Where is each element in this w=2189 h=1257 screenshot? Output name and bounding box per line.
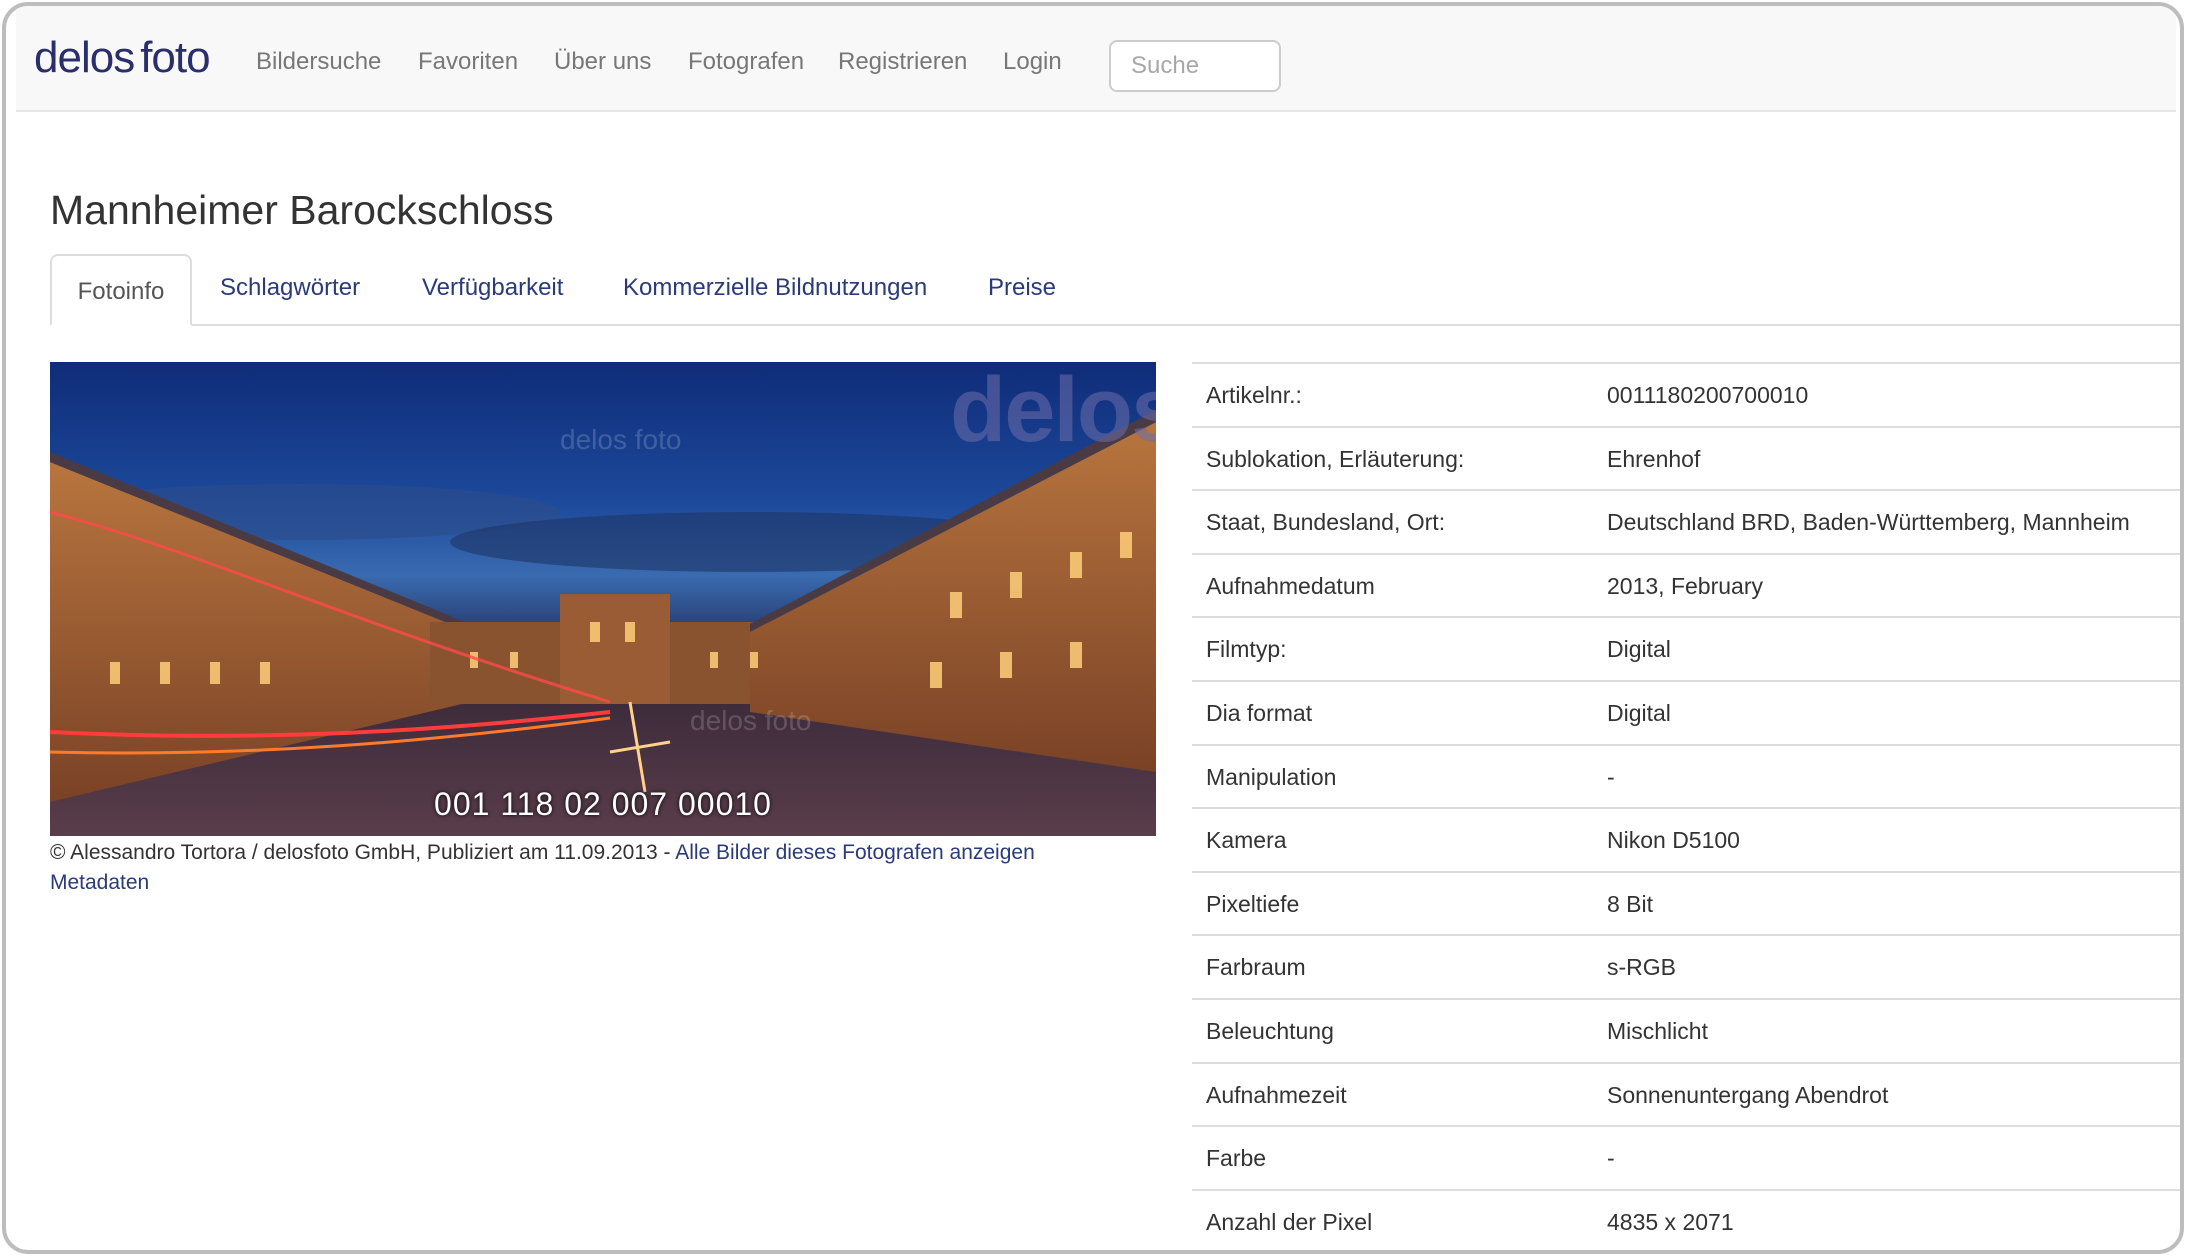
nav-bildersuche[interactable]: Bildersuche — [256, 50, 381, 74]
watermark-delos: delos — [950, 362, 1156, 461]
table-row: Staat, Bundesland, Ort: Deutschland BRD, … — [1192, 489, 2180, 553]
browser-frame: delos foto Bildersuche Favoriten Über uns… — [2, 2, 2184, 1254]
table-row: Pixeltiefe 8 Bit — [1192, 870, 2180, 935]
nav-ueber-uns[interactable]: Über uns — [554, 50, 651, 74]
table-row: Farbe - — [1192, 1125, 2180, 1189]
info-label: Artikelnr.: — [1206, 382, 1302, 408]
info-value: Sonnenuntergang Abendrot — [1607, 1081, 1889, 1108]
tab-kommerzielle-bildnutzungen[interactable]: Kommerzielle Bildnutzungen — [623, 276, 927, 300]
tab-verfuegbarkeit[interactable]: Verfügbarkeit — [422, 276, 563, 300]
info-value: Ehrenhof — [1607, 445, 1701, 472]
photo-id-overlay: 001 118 02 007 00010 — [434, 786, 772, 822]
caption-text: © Alessandro Tortora / delosfoto GmbH, P… — [50, 841, 676, 864]
photo-caption: © Alessandro Tortora / delosfoto GmbH, P… — [50, 838, 1160, 898]
info-label: Aufnahmedatum — [1206, 572, 1375, 599]
info-value: Deutschland BRD, Baden-Württemberg, Mann… — [1607, 509, 2130, 536]
photo-info-table: Artikelnr.: 0011180200700010 Sublokation,… — [1192, 362, 2180, 1250]
main-photo[interactable]: delos delos foto delos foto 001 118 02 0… — [50, 362, 1156, 836]
nav-registrieren[interactable]: Registrieren — [838, 50, 967, 74]
top-navbar: delos foto Bildersuche Favoriten Über uns… — [16, 6, 2176, 112]
tab-fotoinfo[interactable]: Fotoinfo — [50, 254, 192, 326]
info-value: Digital — [1607, 699, 1671, 726]
info-label: Sublokation, Erläuterung: — [1206, 445, 1465, 472]
table-row: Sublokation, Erläuterung: Ehrenhof — [1192, 425, 2180, 490]
table-row: Manipulation - — [1192, 743, 2180, 808]
info-value: Digital — [1607, 636, 1671, 663]
tab-schlagwoerter[interactable]: Schlagwörter — [220, 276, 360, 300]
info-label: Aufnahmezeit — [1206, 1081, 1347, 1108]
info-value: 0011180200700010 — [1607, 382, 1809, 408]
link-alle-bilder[interactable]: Alle Bilder dieses Fotografen anzeigen — [675, 841, 1035, 864]
info-value: Mischlicht — [1607, 1017, 1708, 1044]
info-label: Beleuchtung — [1206, 1017, 1334, 1044]
tab-fotoinfo-label: Fotoinfo — [77, 278, 165, 305]
table-row: Anzahl der Pixel 4835 x 2071 — [1192, 1188, 2180, 1250]
page-title: Mannheimer Barockschloss — [50, 187, 554, 233]
nav-login[interactable]: Login — [1003, 50, 1062, 74]
info-value: 8 Bit — [1607, 890, 1654, 917]
table-row: Aufnahmezeit Sonnenuntergang Abendrot — [1192, 1061, 2180, 1126]
table-row: Kamera Nikon D5100 — [1192, 807, 2180, 871]
info-label: Anzahl der Pixel — [1206, 1208, 1373, 1235]
tab-preise[interactable]: Preise — [988, 276, 1056, 300]
info-value: s-RGB — [1607, 954, 1676, 981]
info-label: Farbe — [1206, 1145, 1267, 1172]
table-row: Artikelnr.: 0011180200700010 — [1192, 362, 2180, 426]
logo-part-foto: foto — [140, 33, 210, 82]
info-label: Dia format — [1206, 699, 1313, 726]
table-row: Beleuchtung Mischlicht — [1192, 997, 2180, 1062]
table-row: Filmtyp: Digital — [1192, 616, 2180, 680]
watermark-small: delos foto — [560, 424, 682, 455]
info-label: Manipulation — [1206, 763, 1337, 790]
info-label: Filmtyp: — [1206, 636, 1287, 663]
info-label: Farbraum — [1206, 954, 1306, 981]
search-input[interactable] — [1109, 40, 1281, 92]
info-value: 4835 x 2071 — [1607, 1208, 1734, 1235]
logo-part-delos: delos — [34, 33, 135, 82]
info-label: Staat, Bundesland, Ort: — [1206, 509, 1446, 536]
info-value: - — [1607, 1145, 1615, 1172]
watermark-small: delos foto — [690, 705, 812, 736]
table-row: Farbraum s-RGB — [1192, 934, 2180, 998]
nav-fotografen[interactable]: Fotografen — [688, 50, 804, 74]
info-label: Kamera — [1206, 827, 1287, 854]
info-value: Nikon D5100 — [1607, 827, 1740, 854]
link-metadaten[interactable]: Metadaten — [50, 871, 149, 894]
info-value: 2013, February — [1607, 572, 1763, 599]
site-logo[interactable]: delos foto — [34, 33, 211, 82]
info-value: - — [1607, 763, 1615, 790]
nav-favoriten[interactable]: Favoriten — [418, 50, 518, 74]
table-row: Dia format Digital — [1192, 679, 2180, 744]
table-row: Aufnahmedatum 2013, February — [1192, 552, 2180, 617]
tabs-divider — [50, 324, 2180, 326]
info-label: Pixeltiefe — [1206, 890, 1300, 917]
